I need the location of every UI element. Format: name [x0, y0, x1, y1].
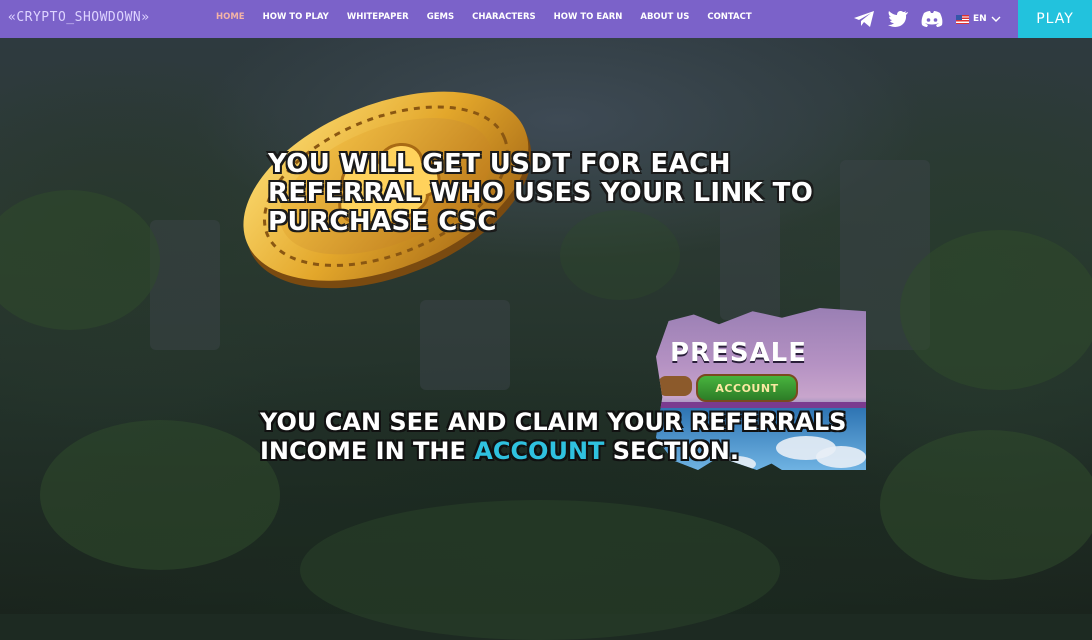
- nav-home[interactable]: HOME: [216, 12, 245, 22]
- referral-income-text: YOU CAN SEE AND CLAIM YOUR REFERRALS INC…: [260, 408, 860, 466]
- referral-headline: YOU WILL GET USDT FOR EACH REFERRAL WHO …: [268, 149, 814, 237]
- nav-about-us[interactable]: ABOUT US: [640, 12, 689, 22]
- nav-whitepaper[interactable]: WHITEPAPER: [347, 12, 409, 22]
- us-flag-icon: [956, 14, 969, 24]
- language-label: EN: [973, 14, 987, 24]
- nav-contact[interactable]: CONTACT: [707, 12, 751, 22]
- subline-after: SECTION.: [612, 437, 739, 465]
- presale-title: PRESALE: [670, 338, 808, 368]
- wooden-tag: [658, 376, 692, 396]
- chevron-down-icon: [991, 16, 1001, 22]
- language-selector[interactable]: EN: [956, 14, 1001, 24]
- nav-characters[interactable]: CHARACTERS: [472, 12, 536, 22]
- nav-how-to-play[interactable]: HOW TO PLAY: [263, 12, 329, 22]
- discord-icon[interactable]: [920, 9, 944, 29]
- play-button[interactable]: PLAY: [1018, 0, 1092, 38]
- nav-gems[interactable]: GEMS: [427, 12, 454, 22]
- telegram-icon[interactable]: [852, 9, 876, 29]
- top-nav: «CRYPTO_SHOWDOWN» HOME HOW TO PLAY WHITE…: [0, 0, 1092, 38]
- main-menu: HOME HOW TO PLAY WHITEPAPER GEMS CHARACT…: [216, 12, 770, 22]
- account-link[interactable]: ACCOUNT: [474, 437, 604, 465]
- twitter-icon[interactable]: [886, 9, 910, 29]
- site-logo[interactable]: «CRYPTO_SHOWDOWN»: [8, 10, 150, 25]
- background-scene: [0, 0, 1092, 640]
- social-links: EN: [852, 9, 1001, 29]
- nav-how-to-earn[interactable]: HOW TO EARN: [554, 12, 623, 22]
- account-button[interactable]: ACCOUNT: [696, 374, 798, 402]
